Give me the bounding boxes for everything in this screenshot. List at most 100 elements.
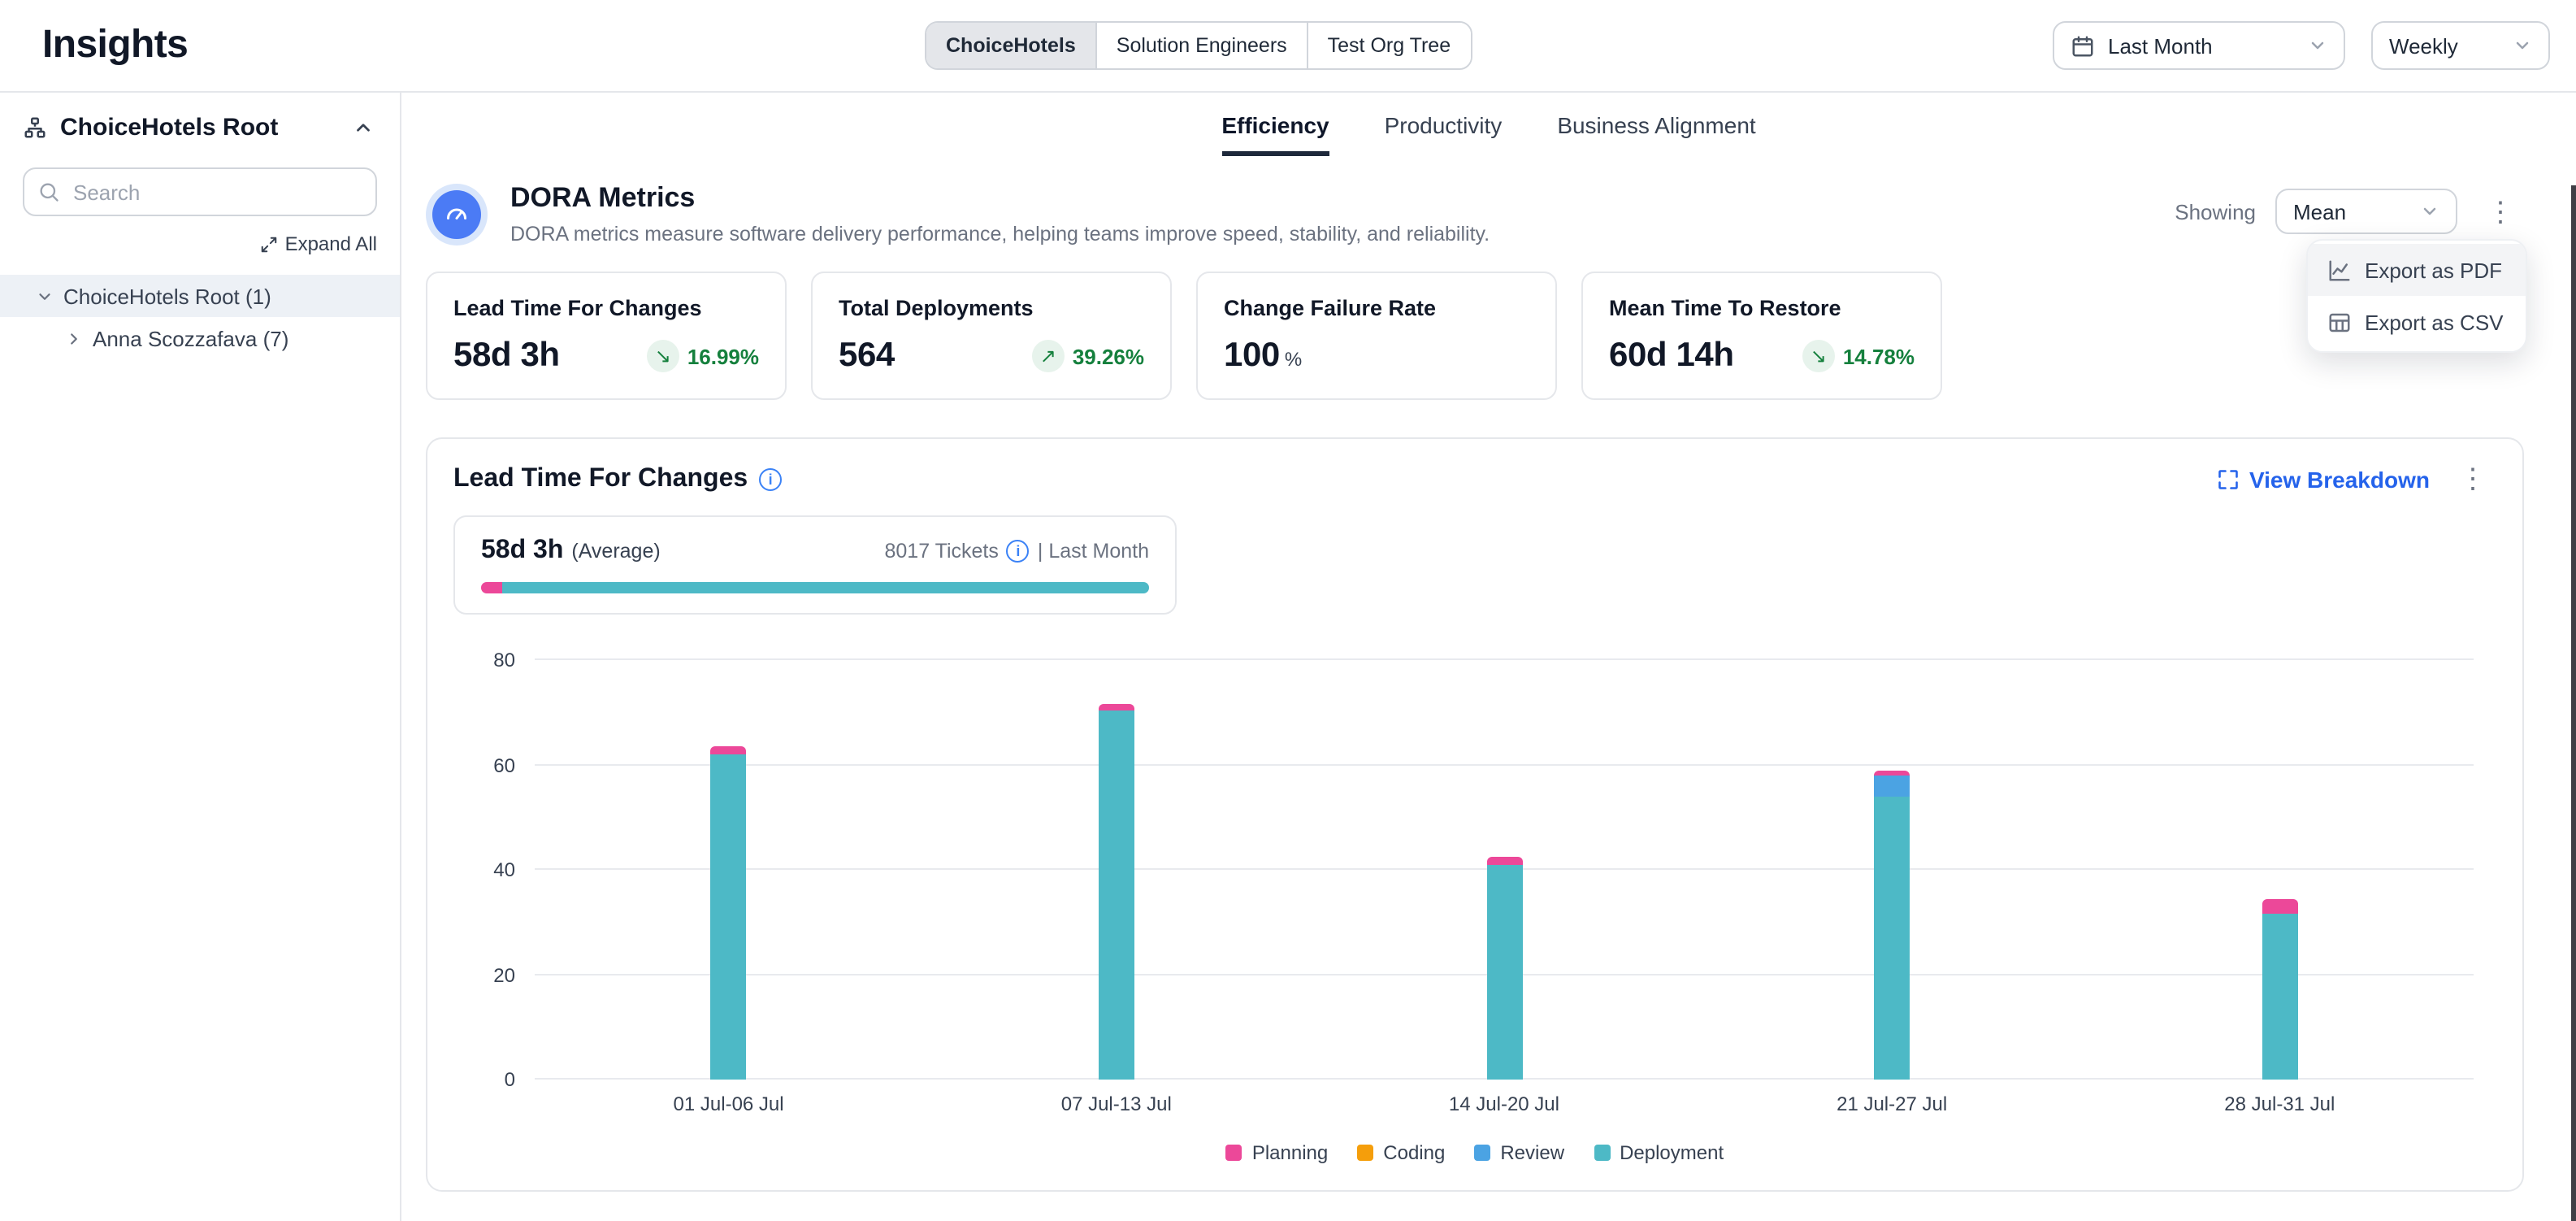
trend-percent: 16.99% [687, 344, 759, 368]
export-pdf-label: Export as PDF [2365, 258, 2502, 282]
info-icon[interactable]: i [1007, 540, 1030, 563]
view-breakdown-button[interactable]: View Breakdown [2217, 466, 2430, 492]
bar-segment-planning [2262, 899, 2297, 915]
x-axis-label: 01 Jul-06 Jul [535, 1093, 922, 1115]
scrollbar[interactable] [2571, 185, 2576, 1221]
dora-kebab-menu-button[interactable]: ⋮ [2477, 194, 2524, 228]
main-content: Efficiency Productivity Business Alignme… [401, 93, 2576, 1221]
org-tab-test-org-tree[interactable]: Test Org Tree [1308, 23, 1470, 68]
lead-time-title: Lead Time For Changes [453, 464, 748, 493]
bar-segment-review [1874, 776, 1910, 797]
top-bar: Insights ChoiceHotels Solution Engineers… [0, 0, 2576, 93]
dora-metrics-header: DORA Metrics DORA metrics measure softwa… [426, 182, 2524, 246]
legend-item-coding[interactable]: Coding [1357, 1141, 1445, 1164]
tree-node-root[interactable]: ChoiceHotels Root (1) [0, 275, 400, 317]
metric-card-failure-rate: Change Failure Rate 100% [1196, 272, 1557, 400]
granularity-select-value: Weekly [2389, 33, 2500, 58]
metric-card-mttr: Mean Time To Restore 60d 14h ↘ 14.78% [1581, 272, 1942, 400]
calendar-icon [2071, 33, 2095, 58]
chevron-right-icon [65, 329, 83, 347]
legend-item-deployment[interactable]: Deployment [1594, 1141, 1724, 1164]
view-breakdown-label: View Breakdown [2249, 466, 2430, 492]
y-axis-tick: 20 [466, 963, 515, 986]
line-chart-icon [2327, 258, 2352, 282]
legend-label: Review [1500, 1141, 1564, 1164]
chevron-down-icon [2420, 202, 2439, 221]
metric-card-title: Mean Time To Restore [1609, 296, 1915, 320]
metric-card-unit: % [1285, 348, 1302, 371]
tree-node-child[interactable]: Anna Scozzafava (7) [0, 317, 400, 359]
legend-item-review[interactable]: Review [1474, 1141, 1564, 1164]
chevron-up-icon [353, 117, 374, 138]
dora-metrics-icon [426, 183, 488, 245]
stacked-bar[interactable] [1874, 660, 1910, 1080]
x-axis-label: 28 Jul-31 Jul [2086, 1093, 2474, 1115]
trend-down-icon: ↘ [647, 340, 679, 372]
showing-label: Showing [2175, 199, 2256, 224]
legend-label: Planning [1252, 1141, 1328, 1164]
tab-efficiency[interactable]: Efficiency [1221, 112, 1329, 156]
table-icon [2327, 310, 2352, 334]
export-csv-label: Export as CSV [2365, 310, 2504, 334]
metric-card-lead-time: Lead Time For Changes 58d 3h ↘ 16.99% [426, 272, 787, 400]
org-tree-sidebar: ChoiceHotels Root Expand All [0, 93, 401, 1221]
stacked-bar[interactable] [1099, 660, 1134, 1080]
expand-all-button[interactable]: Expand All [23, 232, 377, 255]
summary-period: | Last Month [1038, 540, 1149, 563]
bar-segment-planning [711, 746, 747, 754]
bar-segment-planning [1099, 705, 1134, 711]
org-tab-solution-engineers[interactable]: Solution Engineers [1097, 23, 1308, 68]
header-controls: Last Month Weekly [2053, 21, 2550, 70]
trend-badge: ↘ 16.99% [647, 340, 759, 372]
org-tree: ChoiceHotels Root (1) Anna Scozzafava (7… [0, 275, 400, 359]
progress-segment-planning [481, 582, 502, 593]
metric-card-title: Lead Time For Changes [453, 296, 759, 320]
lead-time-chart: 020406080 01 Jul-06 Jul07 Jul-13 Jul14 J… [453, 660, 2496, 1174]
org-switcher: ChoiceHotels Solution Engineers Test Org… [925, 21, 1472, 70]
bar-segment-deployment [2262, 915, 2297, 1080]
bar-segment-deployment [1486, 865, 1522, 1080]
search-input[interactable] [23, 167, 377, 216]
org-chart-icon [23, 115, 47, 140]
legend-swatch [1594, 1145, 1610, 1161]
metric-card-value: 564 [839, 337, 895, 376]
tree-node-label: Anna Scozzafava (7) [93, 326, 288, 350]
aggregation-select[interactable]: Mean [2275, 189, 2457, 234]
export-csv-item[interactable]: Export as CSV [2308, 296, 2526, 348]
bar-segment-deployment [711, 754, 747, 1080]
search-icon [37, 180, 60, 211]
stacked-bar[interactable] [1486, 660, 1522, 1080]
sidebar-title: ChoiceHotels Root [60, 114, 336, 141]
stacked-bar[interactable] [711, 660, 747, 1080]
legend-label: Coding [1383, 1141, 1445, 1164]
legend-label: Deployment [1620, 1141, 1724, 1164]
metric-card-title: Change Failure Rate [1224, 296, 1529, 320]
export-pdf-item[interactable]: Export as PDF [2308, 244, 2526, 296]
lead-time-kebab-menu-button[interactable]: ⋮ [2449, 462, 2496, 496]
progress-segment-deployment [502, 582, 1149, 593]
bar-segment-planning [1486, 857, 1522, 865]
summary-qualifier: (Average) [571, 540, 660, 563]
expand-all-label: Expand All [285, 232, 377, 255]
period-select[interactable]: Last Month [2053, 21, 2345, 70]
y-axis-tick: 40 [466, 858, 515, 881]
x-axis-label: 14 Jul-20 Jul [1310, 1093, 1698, 1115]
trend-badge: ↗ 39.26% [1032, 340, 1144, 372]
collapse-sidebar-button[interactable] [349, 114, 377, 141]
granularity-select[interactable]: Weekly [2371, 21, 2550, 70]
trend-percent: 39.26% [1073, 344, 1144, 368]
legend-swatch [1474, 1145, 1490, 1161]
org-tab-choicehotels[interactable]: ChoiceHotels [926, 23, 1097, 68]
lead-time-summary-card: 58d 3h (Average) 8017 Tickets i | Last M… [453, 515, 1177, 615]
tab-business-alignment[interactable]: Business Alignment [1557, 112, 1755, 156]
stacked-bar[interactable] [2262, 660, 2297, 1080]
info-icon[interactable]: i [759, 467, 782, 490]
aggregation-select-value: Mean [2293, 199, 2407, 224]
y-axis-tick: 80 [466, 649, 515, 671]
tab-productivity[interactable]: Productivity [1385, 112, 1503, 156]
metric-cards: Lead Time For Changes 58d 3h ↘ 16.99% To… [426, 272, 2524, 400]
y-axis-tick: 60 [466, 754, 515, 776]
legend-item-planning[interactable]: Planning [1226, 1141, 1328, 1164]
legend-swatch [1357, 1145, 1373, 1161]
phase-progress-bar [481, 582, 1149, 593]
